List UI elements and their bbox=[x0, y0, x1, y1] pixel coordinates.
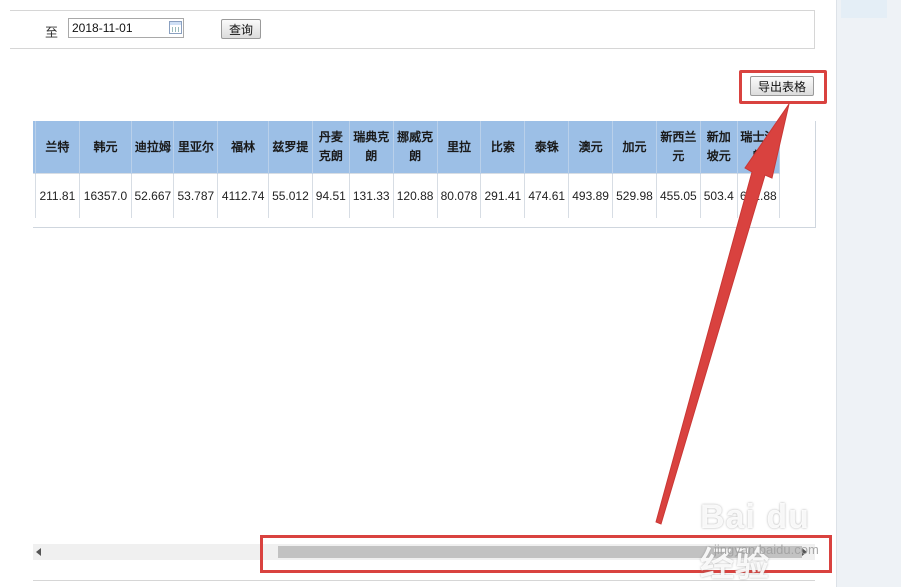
arrow-shape bbox=[655, 103, 790, 525]
watermark: Bai du 经验 jingyan.baidu.com bbox=[680, 488, 850, 584]
watermark-url: jingyan.baidu.com bbox=[714, 542, 819, 557]
